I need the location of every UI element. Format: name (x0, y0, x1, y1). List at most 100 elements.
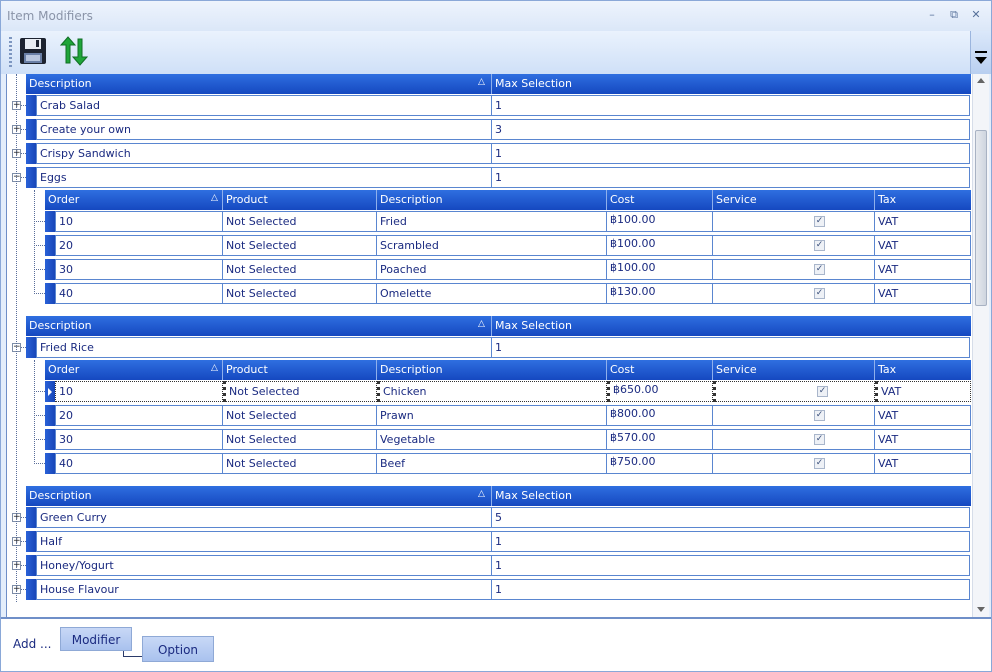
option-cost[interactable]: ฿130.00 (607, 283, 713, 304)
column-header-description[interactable]: Description (26, 486, 492, 506)
modifier-row[interactable]: Crispy Sandwich 1 (26, 142, 971, 164)
option-service[interactable]: ✓ (713, 211, 875, 232)
column-header-max-selection[interactable]: Max Selection (492, 316, 970, 336)
service-checkbox[interactable]: ✓ (814, 434, 825, 445)
modifier-description[interactable]: Create your own (36, 119, 492, 140)
row-selector[interactable] (26, 579, 36, 600)
save-button[interactable] (17, 35, 49, 67)
column-header-order[interactable]: Order (45, 190, 223, 210)
row-selector[interactable] (26, 337, 36, 358)
option-tax[interactable]: VAT (875, 259, 971, 280)
option-service[interactable]: ✓ (713, 235, 875, 256)
row-selector[interactable] (26, 119, 36, 140)
option-product[interactable]: Not Selected (223, 283, 377, 304)
column-header-max-selection[interactable]: Max Selection (492, 74, 970, 94)
option-product[interactable]: Not Selected (223, 453, 377, 474)
modifier-row[interactable]: Honey/Yogurt 1 (26, 554, 971, 576)
option-tax[interactable]: VAT (875, 429, 971, 450)
modifier-max-selection[interactable]: 1 (492, 555, 970, 576)
scroll-down-icon[interactable] (977, 607, 985, 612)
option-order[interactable]: 10 (55, 381, 223, 402)
option-tax[interactable]: VAT (875, 211, 971, 232)
option-order[interactable]: 10 (55, 211, 223, 232)
option-description[interactable]: Scrambled (377, 235, 607, 256)
modifier-max-selection[interactable]: 1 (492, 337, 970, 358)
modifier-description[interactable]: Crab Salad (36, 95, 492, 116)
option-row[interactable]: 40 Not Selected Omelette ฿130.00 ✓ VAT (45, 282, 971, 304)
option-order[interactable]: 30 (55, 429, 223, 450)
option-service[interactable]: ✓ (713, 429, 875, 450)
option-row[interactable]: 30 Not Selected Vegetable ฿570.00 ✓ VAT (45, 428, 971, 450)
column-header-cost[interactable]: Cost (607, 360, 713, 380)
option-tax[interactable]: VAT (875, 381, 971, 402)
option-order[interactable]: 40 (55, 453, 223, 474)
service-checkbox[interactable]: ✓ (814, 458, 825, 469)
option-row[interactable]: 40 Not Selected Beef ฿750.00 ✓ VAT (45, 452, 971, 474)
modifier-max-selection[interactable]: 3 (492, 119, 970, 140)
option-product[interactable]: Not Selected (223, 235, 377, 256)
row-selector[interactable] (26, 167, 36, 188)
option-description[interactable]: Fried (377, 211, 607, 232)
option-product[interactable]: Not Selected (223, 259, 377, 280)
service-checkbox[interactable]: ✓ (814, 410, 825, 421)
modifier-max-selection[interactable]: 1 (492, 95, 970, 116)
option-product[interactable]: Not Selected (223, 429, 377, 450)
column-header-cost[interactable]: Cost (607, 190, 713, 210)
column-header-service[interactable]: Service (713, 190, 875, 210)
column-header-service[interactable]: Service (713, 360, 875, 380)
option-service[interactable]: ✓ (713, 381, 875, 402)
option-row[interactable]: 10 Not Selected Fried ฿100.00 ✓ VAT (45, 210, 971, 232)
option-service[interactable]: ✓ (713, 453, 875, 474)
row-selector[interactable] (45, 211, 55, 232)
option-tax[interactable]: VAT (875, 283, 971, 304)
option-description[interactable]: Omelette (377, 283, 607, 304)
column-header-description[interactable]: Description (26, 316, 492, 336)
column-header-product[interactable]: Product (223, 190, 377, 210)
vertical-scrollbar[interactable] (972, 74, 989, 617)
row-selector[interactable] (45, 405, 55, 426)
option-description[interactable]: Chicken (377, 381, 607, 402)
option-tax[interactable]: VAT (875, 235, 971, 256)
column-header-order[interactable]: Order (45, 360, 223, 380)
option-description[interactable]: Vegetable (377, 429, 607, 450)
column-header-description[interactable]: Description (377, 190, 607, 210)
modifier-description[interactable]: Green Curry (36, 507, 492, 528)
option-row[interactable]: 20 Not Selected Prawn ฿800.00 ✓ VAT (45, 404, 971, 426)
service-checkbox[interactable]: ✓ (817, 386, 828, 397)
service-checkbox[interactable]: ✓ (814, 240, 825, 251)
toolbar-overflow-button[interactable] (970, 31, 991, 74)
modifier-row[interactable]: Fried Rice 1 (26, 336, 971, 358)
row-selector[interactable] (26, 143, 36, 164)
modifier-description[interactable]: House Flavour (36, 579, 492, 600)
option-cost[interactable]: ฿100.00 (607, 259, 713, 280)
modifier-max-selection[interactable]: 1 (492, 143, 970, 164)
toolbar-grip[interactable] (9, 37, 12, 67)
modifier-row[interactable]: Eggs 1 (26, 166, 971, 188)
close-icon[interactable]: ✕ (969, 8, 983, 22)
option-row[interactable]: 30 Not Selected Poached ฿100.00 ✓ VAT (45, 258, 971, 280)
modifier-description[interactable]: Half (36, 531, 492, 552)
option-description[interactable]: Prawn (377, 405, 607, 426)
modifier-max-selection[interactable]: 1 (492, 531, 970, 552)
row-selector[interactable] (26, 507, 36, 528)
modifier-description[interactable]: Honey/Yogurt (36, 555, 492, 576)
column-header-description[interactable]: Description (377, 360, 607, 380)
option-service[interactable]: ✓ (713, 283, 875, 304)
row-selector[interactable] (45, 429, 55, 450)
service-checkbox[interactable]: ✓ (814, 216, 825, 227)
modifier-description[interactable]: Fried Rice (36, 337, 492, 358)
option-cost[interactable]: ฿650.00 (607, 381, 713, 402)
row-selector[interactable] (45, 259, 55, 280)
scroll-up-icon[interactable] (977, 78, 985, 83)
column-header-product[interactable]: Product (223, 360, 377, 380)
modifier-description[interactable]: Crispy Sandwich (36, 143, 492, 164)
row-selector[interactable] (45, 453, 55, 474)
minimize-icon[interactable]: – (925, 8, 939, 22)
option-cost[interactable]: ฿800.00 (607, 405, 713, 426)
add-modifier-button[interactable]: Modifier (60, 627, 132, 651)
option-order[interactable]: 30 (55, 259, 223, 280)
modifier-row[interactable]: Green Curry 5 (26, 506, 971, 528)
add-option-button[interactable]: Option (142, 636, 214, 662)
service-checkbox[interactable]: ✓ (814, 288, 825, 299)
option-description[interactable]: Poached (377, 259, 607, 280)
